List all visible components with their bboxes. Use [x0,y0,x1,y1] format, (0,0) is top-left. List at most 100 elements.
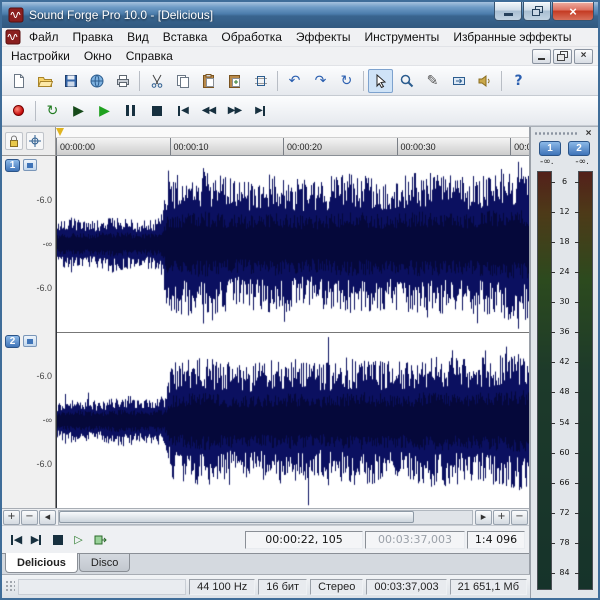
position-marker[interactable] [56,128,64,136]
mix-paste-button[interactable] [222,69,247,93]
meter-bar-right [577,171,593,590]
horizontal-scrollbar: + − + − [2,508,529,525]
channel-1-minimize-button[interactable] [23,159,37,171]
meter-scale-label: 24 [550,268,579,276]
redo-button[interactable]: ↷ [308,69,333,93]
ruler-tick: 00:00:20 [283,138,322,155]
zoom-in-time-button[interactable]: + [493,509,510,525]
level-gutter: 1 2 -6.0 -∞ -6.0 -6.0 -∞ -6.0 [2,156,56,508]
pencil-tool-button[interactable]: ✎ [420,69,445,93]
play-button[interactable]: ▶ [92,99,117,123]
db-label: -6.0 [36,459,52,469]
close-button[interactable]: × [552,2,594,21]
open-remote-button[interactable] [90,530,109,549]
meter-scale-label: 36 [550,328,579,336]
play-all-button[interactable]: ▶ [66,99,91,123]
title-bar[interactable]: Sound Forge Pro 10.0 - [Delicious] × [2,2,598,28]
app-window: Sound Forge Pro 10.0 - [Delicious] × Фай… [0,0,600,600]
waveform-channel-2-canvas[interactable] [56,332,529,508]
new-file-button[interactable] [6,69,31,93]
meters-panel: × 1 2 -∞. -∞. 6 12 18 24 30 36 42 48 54 60 66 72 78 8… [530,127,598,598]
tab-delicious[interactable]: Delicious [5,553,78,573]
waveform-channel-2[interactable] [56,332,529,508]
channel-1-badge[interactable]: 1 [5,159,20,172]
waveform-channel-1[interactable] [56,156,529,333]
whats-this-help-button[interactable]: ? [506,69,531,93]
tab-disco[interactable]: Disco [78,554,131,572]
panel-grip-icon[interactable] [534,131,579,136]
menu-item[interactable]: Обработка [214,29,289,45]
meter-peak-right: -∞. [575,157,589,167]
snap-toggle[interactable] [26,132,44,150]
print-button[interactable] [110,69,135,93]
meter-scale-label: 42 [550,358,579,366]
menu-item[interactable]: Вид [120,29,156,45]
menu-item[interactable]: Правка [66,29,121,45]
go-to-end-button[interactable]: ▶ [248,99,273,123]
go-to-start-button[interactable]: ◀ [6,530,25,549]
db-label: -6.0 [36,371,52,381]
meter-scale-label: 60 [550,448,579,457]
event-tool-button[interactable] [446,69,471,93]
play-normal-button[interactable]: ▷ [69,530,88,549]
menu-item[interactable]: Избранные эффекты [446,29,578,45]
scrub-tool-button[interactable] [472,69,497,93]
record-button[interactable] [6,99,31,123]
time-ruler[interactable]: 00:00:00 00:00:10 00:00:20 00:00:30 00:00 [56,138,529,156]
pause-button[interactable] [118,99,143,123]
undo-button[interactable]: ↶ [282,69,307,93]
menu-item[interactable]: Окно [77,48,119,64]
workspace: 00:00:00 00:00:10 00:00:20 00:00:30 00:00 1 … [2,126,598,598]
waveform-channel-1-canvas[interactable] [56,156,529,332]
publish-button[interactable] [84,69,109,93]
go-to-end-button[interactable]: ▶ [27,530,46,549]
trim-button[interactable] [248,69,273,93]
repeat-button[interactable]: ↻ [334,69,359,93]
menu-item[interactable]: Вставка [156,29,215,45]
minimize-button[interactable] [494,2,522,21]
mdi-minimize-button[interactable] [532,48,551,64]
toolbar-separator [139,70,140,91]
scrollbar-thumb[interactable] [59,510,415,523]
meter-scale-label: 6 [550,178,579,186]
mdi-close-button[interactable]: × [574,48,593,64]
position-display: 00:00:22, 105 [245,530,363,549]
zoom-out-time-button[interactable]: − [511,509,528,525]
meter-scale-label: 72 [550,508,579,517]
meter-channel-2-button[interactable]: 2 [568,141,590,156]
menu-item[interactable]: Эффекты [289,29,358,45]
stop-button[interactable] [144,99,169,123]
meter-channel-1-button[interactable]: 1 [539,141,561,156]
menu-item[interactable]: Справка [119,48,180,64]
fast-forward-button[interactable]: ▶▶ [222,99,247,123]
zoom-out-level-button[interactable]: − [21,509,38,525]
scroll-left-button[interactable] [39,509,56,525]
cut-button[interactable] [144,69,169,93]
document-tabs: Delicious Disco [2,553,529,574]
meter-scale: 6 12 18 24 30 36 42 48 54 60 66 72 78 84 [550,171,579,590]
go-to-start-button[interactable]: ◀ [170,99,195,123]
channel-2-badge[interactable]: 2 [5,335,20,348]
menu-item[interactable]: Настройки [4,48,77,64]
panel-close-button[interactable]: × [582,128,595,139]
channel-2-minimize-button[interactable] [23,335,37,347]
scrollbar-track[interactable] [58,509,473,525]
scroll-right-button[interactable] [475,509,492,525]
lock-toggle[interactable] [5,132,23,150]
mdi-restore-button[interactable] [553,48,572,64]
save-file-button[interactable] [58,69,83,93]
restore-button[interactable] [523,2,551,21]
rewind-button[interactable]: ◀◀ [196,99,221,123]
menu-item[interactable]: Файл [22,29,66,45]
copy-button[interactable] [170,69,195,93]
zoom-ratio-display: 1:4 096 [467,530,525,549]
zoom-in-level-button[interactable]: + [3,509,20,525]
paste-button[interactable] [196,69,221,93]
edit-tool-button[interactable] [368,68,393,93]
marker-bar[interactable] [56,127,529,138]
open-file-button[interactable] [32,69,57,93]
stop-button[interactable] [48,530,67,549]
magnify-tool-button[interactable] [394,69,419,93]
loop-playback-button[interactable]: ↻ [40,99,65,123]
menu-item[interactable]: Инструменты [357,29,446,45]
